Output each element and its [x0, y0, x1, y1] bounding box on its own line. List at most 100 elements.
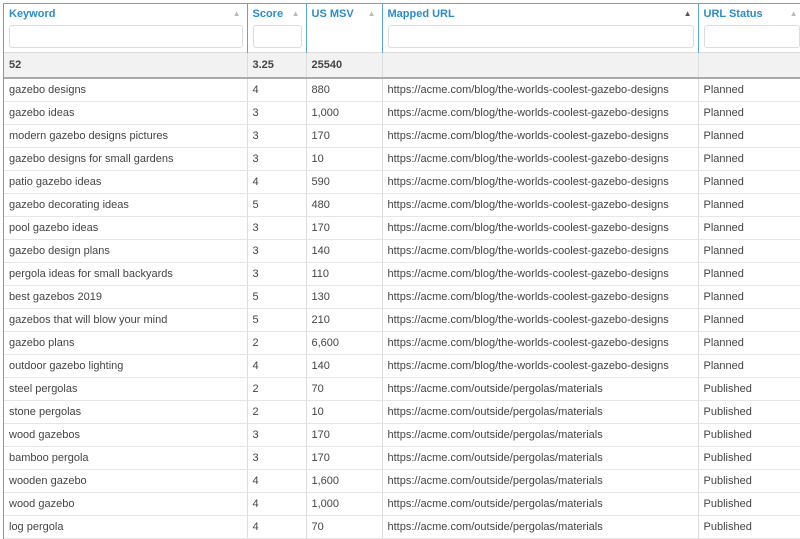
- cell-mapped-url: https://acme.com/blog/the-worlds-coolest…: [382, 170, 699, 194]
- keyword-table-container: Keyword ▲ Score ▲ US MSV ▲ Mapped URL ▲ URL Stat…: [3, 3, 800, 539]
- cell-score: 3: [247, 124, 307, 148]
- cell-keyword: gazebo designs for small gardens: [4, 147, 248, 171]
- cell-score: 4: [247, 515, 307, 539]
- cell-url-status: Published: [698, 400, 800, 424]
- cell-mapped-url: https://acme.com/blog/the-worlds-coolest…: [382, 78, 699, 102]
- cell-keyword: steel pergolas: [4, 377, 248, 401]
- cell-url-status: Planned: [698, 170, 800, 194]
- cell-keyword: best gazebos 2019: [4, 285, 248, 309]
- table-row[interactable]: log pergola 4 70 https://acme.com/outside/p…: [4, 515, 800, 539]
- cell-keyword: gazebo design plans: [4, 239, 248, 263]
- table-row[interactable]: gazebo ideas 3 1,000 https://acme.com/blog/…: [4, 101, 800, 125]
- table-row[interactable]: gazebo decorating ideas 5 480 https://acme.…: [4, 193, 800, 217]
- cell-url-status: Planned: [698, 101, 800, 125]
- table-row[interactable]: wood gazebo 4 1,000 https://acme.com/outsid…: [4, 492, 800, 516]
- cell-score: 2: [247, 377, 307, 401]
- cell-keyword: gazebo ideas: [4, 101, 248, 125]
- table-row[interactable]: steel pergolas 2 70 https://acme.com/outsid…: [4, 377, 800, 401]
- column-header-url-status[interactable]: URL Status ▲: [698, 4, 800, 52]
- table-row[interactable]: wooden gazebo 4 1,600 https://acme.com/outs…: [4, 469, 800, 493]
- sort-arrow-icon[interactable]: ▲: [292, 9, 300, 18]
- column-header-score[interactable]: Score ▲: [247, 4, 307, 52]
- table-row[interactable]: gazebos that will blow your mind 5 210 http…: [4, 308, 800, 332]
- cell-mapped-url: https://acme.com/blog/the-worlds-coolest…: [382, 308, 699, 332]
- table-row[interactable]: patio gazebo ideas 4 590 https://acme.com/b…: [4, 170, 800, 194]
- cell-keyword: outdoor gazebo lighting: [4, 354, 248, 378]
- filter-input-score[interactable]: [252, 25, 302, 48]
- cell-us-msv: 110: [306, 262, 383, 286]
- cell-mapped-url: https://acme.com/blog/the-worlds-coolest…: [382, 354, 699, 378]
- summary-score: 3.25: [247, 51, 307, 79]
- cell-score: 2: [247, 331, 307, 355]
- cell-url-status: Published: [698, 377, 800, 401]
- cell-score: 3: [247, 423, 307, 447]
- cell-mapped-url: https://acme.com/blog/the-worlds-coolest…: [382, 101, 699, 125]
- filter-input-url-status[interactable]: [703, 25, 800, 48]
- table-row[interactable]: wood gazebos 3 170 https://acme.com/outside…: [4, 423, 800, 447]
- sort-arrow-icon[interactable]: ▲: [684, 9, 692, 18]
- cell-keyword: stone pergolas: [4, 400, 248, 424]
- cell-mapped-url: https://acme.com/outside/pergolas/materi…: [382, 492, 699, 516]
- cell-us-msv: 480: [306, 193, 383, 217]
- cell-us-msv: 10: [306, 400, 383, 424]
- column-label[interactable]: URL Status: [704, 8, 800, 25]
- cell-url-status: Published: [698, 446, 800, 470]
- column-label[interactable]: Mapped URL: [388, 8, 694, 25]
- sort-arrow-icon[interactable]: ▲: [790, 9, 798, 18]
- cell-url-status: Planned: [698, 216, 800, 240]
- cell-score: 5: [247, 308, 307, 332]
- sort-arrow-icon[interactable]: ▲: [233, 9, 241, 18]
- cell-url-status: Published: [698, 423, 800, 447]
- cell-score: 4: [247, 492, 307, 516]
- cell-us-msv: 210: [306, 308, 383, 332]
- cell-score: 2: [247, 400, 307, 424]
- table-row[interactable]: outdoor gazebo lighting 4 140 https://acme.…: [4, 354, 800, 378]
- table-row[interactable]: pergola ideas for small backyards 3 110 htt…: [4, 262, 800, 286]
- cell-url-status: Planned: [698, 78, 800, 102]
- sort-arrow-icon[interactable]: ▲: [368, 9, 376, 18]
- filter-input-mapped-url[interactable]: [387, 25, 694, 48]
- cell-keyword: pergola ideas for small backyards: [4, 262, 248, 286]
- summary-keyword: 52: [4, 51, 248, 79]
- table-row[interactable]: gazebo plans 2 6,600 https://acme.com/blog/…: [4, 331, 800, 355]
- filter-input-keyword[interactable]: [9, 25, 243, 48]
- table-row[interactable]: gazebo designs for small gardens 3 10 https…: [4, 147, 800, 171]
- cell-url-status: Published: [698, 492, 800, 516]
- cell-keyword: wood gazebo: [4, 492, 248, 516]
- cell-us-msv: 590: [306, 170, 383, 194]
- cell-mapped-url: https://acme.com/outside/pergolas/materi…: [382, 400, 699, 424]
- cell-score: 4: [247, 170, 307, 194]
- cell-keyword: wooden gazebo: [4, 469, 248, 493]
- cell-score: 3: [247, 446, 307, 470]
- cell-url-status: Planned: [698, 193, 800, 217]
- cell-keyword: patio gazebo ideas: [4, 170, 248, 194]
- cell-keyword: modern gazebo designs pictures: [4, 124, 248, 148]
- column-header-mapped-url[interactable]: Mapped URL ▲: [382, 4, 699, 52]
- cell-us-msv: 130: [306, 285, 383, 309]
- cell-us-msv: 880: [306, 78, 383, 102]
- table-row[interactable]: gazebo designs 4 880 https://acme.com/blog/…: [4, 78, 800, 102]
- cell-keyword: bamboo pergola: [4, 446, 248, 470]
- cell-mapped-url: https://acme.com/blog/the-worlds-coolest…: [382, 262, 699, 286]
- cell-mapped-url: https://acme.com/blog/the-worlds-coolest…: [382, 239, 699, 263]
- table-row[interactable]: gazebo design plans 3 140 https://acme.com/…: [4, 239, 800, 263]
- cell-us-msv: 70: [306, 377, 383, 401]
- table-row[interactable]: bamboo pergola 3 170 https://acme.com/outsi…: [4, 446, 800, 470]
- table-row[interactable]: best gazebos 2019 5 130 https://acme.com/bl…: [4, 285, 800, 309]
- cell-url-status: Published: [698, 469, 800, 493]
- table-row[interactable]: modern gazebo designs pictures 3 170 https:…: [4, 124, 800, 148]
- column-header-keyword[interactable]: Keyword ▲: [4, 4, 248, 52]
- summary-url-status: [698, 51, 800, 79]
- cell-us-msv: 6,600: [306, 331, 383, 355]
- cell-url-status: Planned: [698, 308, 800, 332]
- table-row[interactable]: stone pergolas 2 10 https://acme.com/outsid…: [4, 400, 800, 424]
- column-label[interactable]: Keyword: [9, 8, 243, 25]
- table-row[interactable]: pool gazebo ideas 3 170 https://acme.com/bl…: [4, 216, 800, 240]
- cell-keyword: pool gazebo ideas: [4, 216, 248, 240]
- summary-us-msv: 25540: [306, 51, 383, 79]
- cell-us-msv: 70: [306, 515, 383, 539]
- cell-us-msv: 1,000: [306, 492, 383, 516]
- cell-keyword: gazebos that will blow your mind: [4, 308, 248, 332]
- column-header-us-msv[interactable]: US MSV ▲: [306, 4, 383, 52]
- cell-url-status: Planned: [698, 239, 800, 263]
